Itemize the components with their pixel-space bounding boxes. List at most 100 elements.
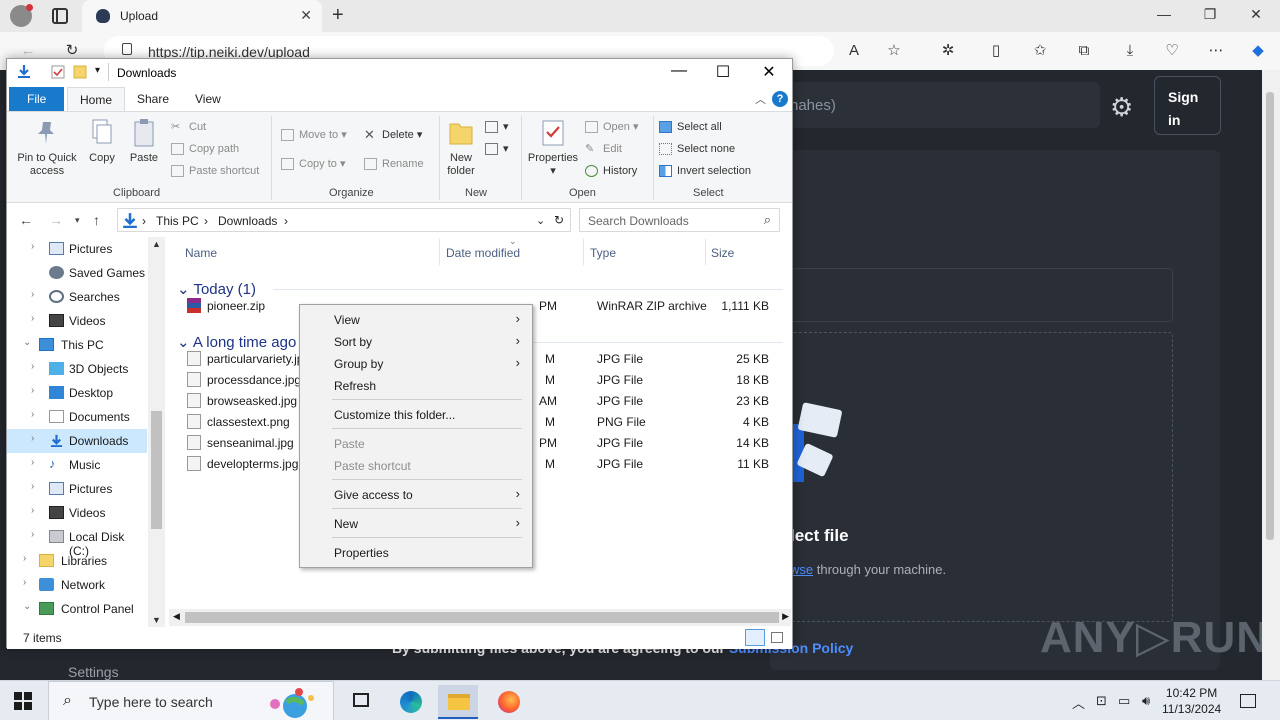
- new-folder-button[interactable]: New folder: [443, 118, 479, 178]
- delete-button[interactable]: ✕ Delete ▾: [364, 126, 422, 144]
- forward-arrow-icon[interactable]: →: [49, 212, 63, 228]
- scroll-up-arrow-icon[interactable]: ▲: [152, 239, 161, 249]
- select-none-button[interactable]: Select none: [659, 140, 735, 158]
- scroll-left-arrow-icon[interactable]: ◀: [173, 611, 180, 622]
- properties-check-icon[interactable]: [51, 65, 65, 79]
- new-folder-quick-icon[interactable]: [73, 65, 87, 79]
- expand-chevron-icon[interactable]: ›: [31, 481, 34, 492]
- sign-in-button[interactable]: Sign in: [1154, 76, 1221, 135]
- favorite-star-icon[interactable]: ☆: [884, 41, 904, 61]
- ctx-paste-shortcut[interactable]: Paste shortcut: [302, 455, 530, 475]
- column-header-size[interactable]: Size: [711, 246, 734, 260]
- profile-avatar[interactable]: [10, 4, 33, 27]
- expand-chevron-icon[interactable]: ›: [23, 577, 26, 588]
- breadcrumb-this-pc[interactable]: This PC: [156, 214, 199, 228]
- history-button[interactable]: History: [585, 162, 637, 180]
- browser-tab-upload[interactable]: Upload ✕: [82, 0, 322, 32]
- nav-item-3d-objects[interactable]: › 3D Objects: [7, 357, 147, 381]
- ctx-properties[interactable]: Properties: [302, 542, 530, 562]
- collapse-chevron-icon[interactable]: ⌄: [23, 337, 31, 348]
- firefox-taskbar-icon[interactable]: [488, 685, 528, 719]
- ribbon-tab-home[interactable]: Home: [67, 87, 126, 111]
- details-view-icon[interactable]: [745, 629, 765, 646]
- extensions-icon[interactable]: ✲: [938, 41, 958, 61]
- ctx-give-access[interactable]: Give access to ›: [302, 484, 530, 504]
- large-icons-view-icon[interactable]: [771, 632, 783, 643]
- tab-actions-icon[interactable]: [52, 8, 68, 24]
- nav-item-network[interactable]: › Network: [7, 573, 147, 597]
- page-settings-link[interactable]: Settings: [68, 664, 119, 680]
- ctx-customize-folder[interactable]: Customize this folder...: [302, 404, 530, 424]
- quick-access-dropdown-icon[interactable]: ▾: [95, 65, 100, 76]
- downloads-icon[interactable]: ⤓: [1120, 41, 1140, 61]
- expand-chevron-icon[interactable]: ›: [31, 433, 34, 444]
- nav-item-music[interactable]: › ♪ Music: [7, 453, 147, 477]
- read-aloud-icon[interactable]: A: [844, 41, 864, 61]
- help-icon[interactable]: ?: [772, 91, 788, 107]
- upload-input-field[interactable]: [790, 268, 1173, 322]
- ribbon-tab-view[interactable]: View: [183, 87, 233, 111]
- nav-item-documents[interactable]: › Documents: [7, 405, 147, 429]
- ribbon-tab-share[interactable]: Share: [125, 87, 181, 111]
- expand-chevron-icon[interactable]: ›: [31, 457, 34, 468]
- notifications-icon[interactable]: [1240, 694, 1256, 708]
- new-tab-button[interactable]: +: [332, 4, 344, 27]
- scroll-right-arrow-icon[interactable]: ▶: [782, 611, 789, 622]
- page-scrollbar-thumb[interactable]: [1266, 92, 1274, 540]
- browser-restore-button[interactable]: ❐: [1200, 6, 1220, 23]
- ctx-new[interactable]: New ›: [302, 513, 530, 533]
- address-dropdown-chevron-icon[interactable]: ⌄: [536, 214, 545, 227]
- ctx-paste[interactable]: Paste: [302, 433, 530, 453]
- properties-button[interactable]: Properties ▾: [525, 118, 581, 178]
- column-header-type[interactable]: Type: [590, 246, 616, 260]
- back-arrow-icon[interactable]: ←: [19, 212, 33, 228]
- collections-icon[interactable]: ⧉: [1074, 41, 1094, 61]
- edge-taskbar-icon[interactable]: [390, 685, 430, 719]
- collapse-chevron-icon[interactable]: ⌄: [23, 601, 31, 612]
- pin-quick-access-button[interactable]: Pin to Quick access: [15, 118, 79, 178]
- page-settings-gear-icon[interactable]: ⚙: [1110, 92, 1133, 123]
- address-refresh-icon[interactable]: ↻: [554, 213, 564, 227]
- recent-locations-chevron-icon[interactable]: ▾: [75, 215, 80, 226]
- nav-item-pictures[interactable]: › Pictures: [7, 237, 147, 261]
- scroll-down-arrow-icon[interactable]: ▼: [152, 615, 161, 625]
- column-header-name[interactable]: Name: [185, 246, 217, 260]
- show-hidden-icons-chevron-icon[interactable]: ︿: [1072, 693, 1085, 712]
- network-tray-icon[interactable]: ⊡: [1096, 693, 1107, 709]
- browser-close-button[interactable]: ✕: [1246, 6, 1266, 23]
- nav-pane-scrollbar-thumb[interactable]: [151, 411, 162, 529]
- browse-link[interactable]: wse: [790, 562, 813, 577]
- expand-chevron-icon[interactable]: ›: [31, 505, 34, 516]
- easy-access-button[interactable]: ▾: [485, 140, 509, 158]
- new-item-button[interactable]: ▾: [485, 118, 509, 136]
- ethernet-tray-icon[interactable]: ▭: [1118, 693, 1130, 709]
- horizontal-scrollbar-thumb[interactable]: [185, 612, 779, 623]
- explorer-address-bar[interactable]: › This PC › Downloads › ⌄ ↻: [117, 208, 571, 232]
- volume-tray-icon[interactable]: 🔊︎: [1142, 693, 1150, 709]
- select-all-button[interactable]: Select all: [659, 118, 722, 136]
- nav-item-downloads[interactable]: › Downloads: [7, 429, 147, 453]
- taskbar-clock[interactable]: 10:42 PM 11/13/2024: [1162, 685, 1221, 717]
- task-view-icon[interactable]: [342, 685, 382, 719]
- expand-chevron-icon[interactable]: ›: [31, 289, 34, 300]
- up-arrow-icon[interactable]: ↑: [93, 212, 100, 228]
- edit-button[interactable]: ✎ Edit: [585, 140, 622, 158]
- paste-button[interactable]: Paste: [125, 118, 163, 165]
- expand-chevron-icon[interactable]: ›: [31, 529, 34, 540]
- nav-item-saved-games[interactable]: Saved Games: [7, 261, 147, 285]
- copy-button[interactable]: Copy: [85, 118, 119, 165]
- breadcrumb-downloads[interactable]: Downloads: [218, 214, 277, 228]
- nav-item-this-pc[interactable]: ⌄ This PC: [7, 333, 147, 357]
- more-menu-icon[interactable]: ⋯: [1206, 41, 1226, 61]
- split-screen-icon[interactable]: ▯: [986, 41, 1006, 61]
- taskbar-search-box[interactable]: ⌕ Type here to search: [48, 681, 334, 720]
- ctx-sort-by[interactable]: Sort by ›: [302, 331, 530, 351]
- browser-minimize-button[interactable]: —: [1154, 6, 1174, 22]
- file-dropzone[interactable]: [790, 332, 1173, 622]
- ctx-refresh[interactable]: Refresh: [302, 375, 530, 395]
- explorer-maximize-button[interactable]: ☐: [711, 62, 735, 82]
- tab-close-button[interactable]: ✕: [300, 7, 312, 24]
- explorer-search-box[interactable]: Search Downloads ⌕: [579, 208, 780, 232]
- expand-chevron-icon[interactable]: ›: [23, 553, 26, 564]
- start-windows-icon[interactable]: [14, 692, 32, 710]
